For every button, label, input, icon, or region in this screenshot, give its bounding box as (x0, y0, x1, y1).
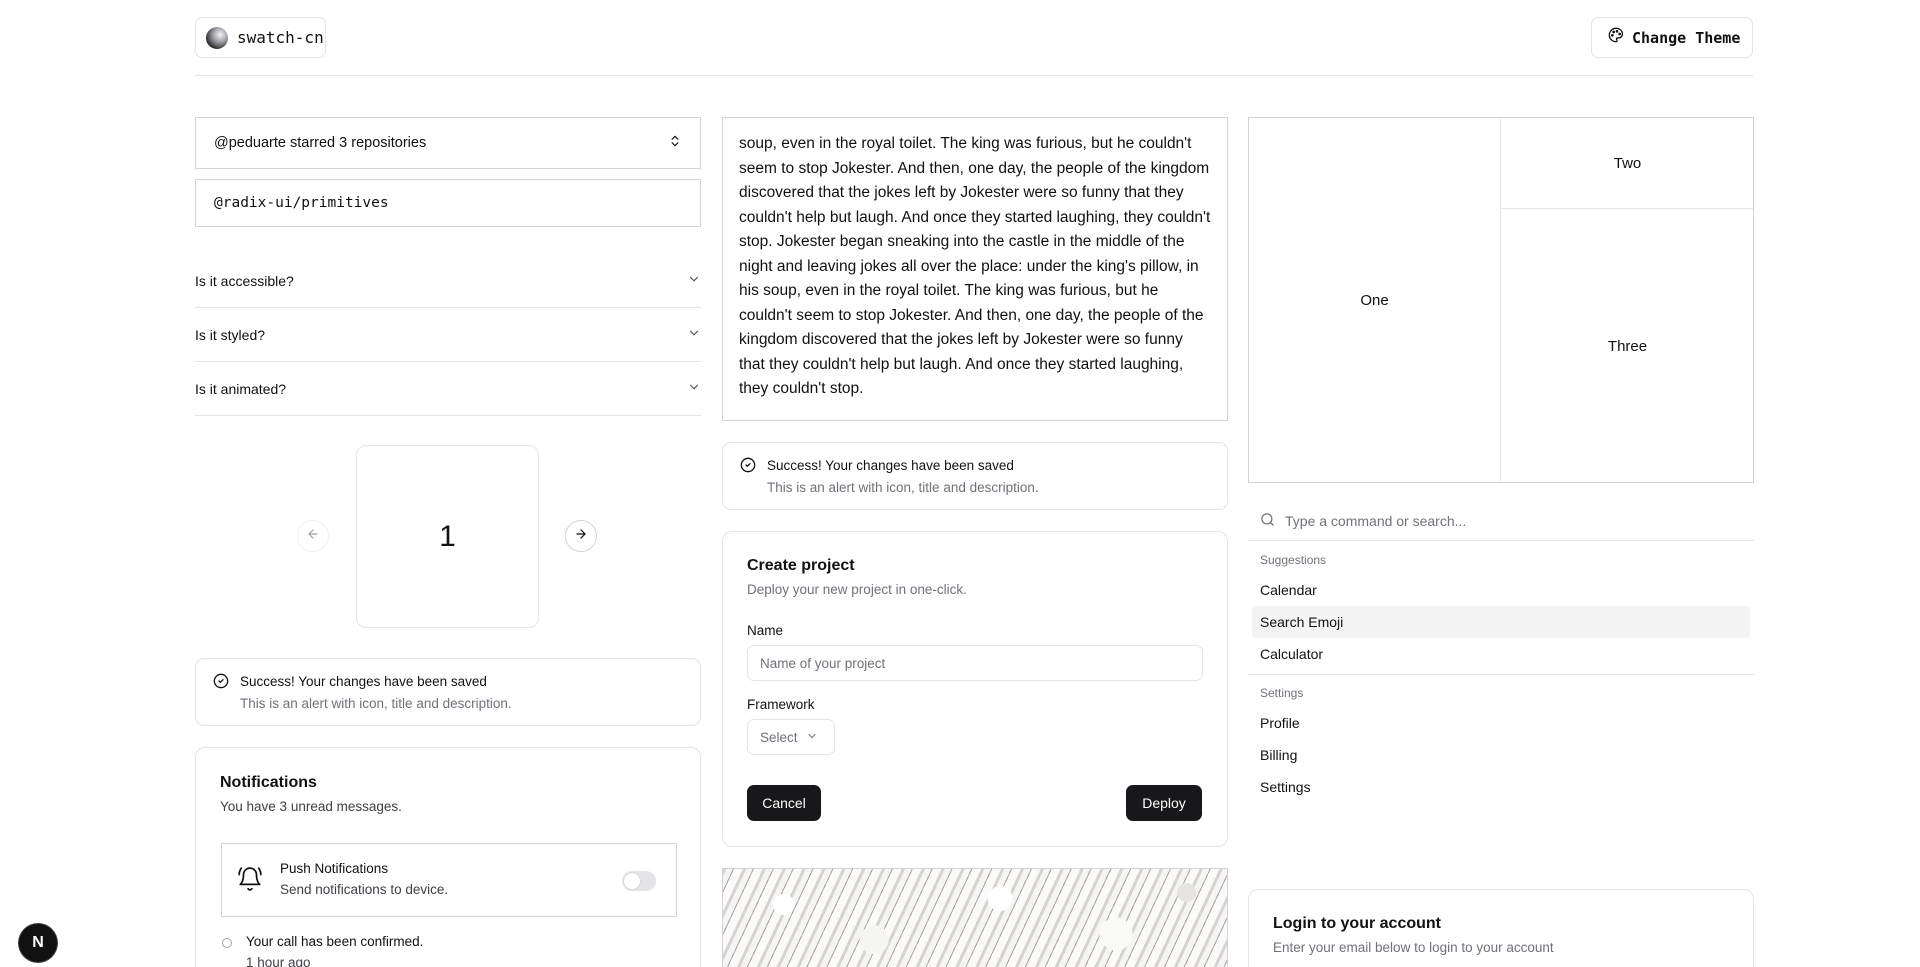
accordion-label: Is it animated? (195, 380, 287, 397)
alert: Success! Your changes have been saved Th… (722, 442, 1228, 510)
scroll-area[interactable]: soup, even in the royal toilet. The king… (722, 117, 1228, 421)
login-title: Login to your account (1273, 915, 1441, 932)
command-search[interactable]: Type a command or search... (1248, 502, 1754, 541)
resizable-panels: One Two Three (1248, 117, 1754, 483)
notification-item-time: 1 hour ago (246, 955, 311, 967)
notifications-title: Notifications (220, 774, 317, 791)
push-toggle[interactable] (622, 871, 656, 891)
framework-select-value: Select (760, 729, 798, 745)
logo-icon (206, 26, 228, 49)
search-icon (1260, 512, 1275, 530)
command-item-billing[interactable]: Billing (1252, 739, 1750, 771)
command-search-placeholder: Type a command or search... (1285, 513, 1467, 529)
top-header: swatch-cn Change Theme (0, 0, 1920, 75)
repo-item: @radix-ui/primitives (195, 179, 701, 227)
command-item-calendar[interactable]: Calendar (1252, 574, 1750, 606)
arrow-left-icon (306, 527, 320, 546)
panel-one[interactable]: One (1249, 118, 1501, 482)
card-description: Deploy your new project in one-click. (747, 582, 967, 597)
accordion-item[interactable]: Is it animated? (195, 362, 701, 416)
carousel-previous-button[interactable] (297, 520, 329, 552)
alert-title: Success! Your changes have been saved (767, 458, 1014, 473)
framework-select[interactable]: Select (747, 719, 835, 755)
change-theme-button[interactable]: Change Theme (1591, 17, 1753, 58)
push-notifications-row: Push Notifications Send notifications to… (221, 843, 677, 917)
panel-two[interactable]: Two (1502, 118, 1753, 209)
name-label: Name (747, 623, 784, 638)
create-project-card: Create project Deploy your new project i… (722, 531, 1228, 847)
alert-description: This is an alert with icon, title and de… (767, 480, 1039, 495)
push-description: Send notifications to device. (280, 882, 449, 897)
deploy-button[interactable]: Deploy (1126, 785, 1202, 821)
palette-icon (1608, 27, 1624, 48)
framework-label: Framework (747, 697, 815, 712)
project-name-input[interactable]: Name of your project (747, 645, 1203, 681)
chevron-down-icon (687, 380, 701, 397)
chevron-down-icon (806, 730, 818, 745)
command-item-profile[interactable]: Profile (1252, 707, 1750, 739)
logo-button[interactable]: swatch-cn (195, 17, 326, 58)
chevron-down-icon (687, 272, 701, 289)
carousel-next-button[interactable] (565, 520, 597, 552)
alert: Success! Your changes have been saved Th… (195, 658, 701, 726)
command-item-calculator[interactable]: Calculator (1252, 638, 1750, 670)
login-card: Login to your account Enter your email b… (1248, 889, 1754, 967)
suggestions-group-label: Suggestions (1260, 553, 1327, 567)
collapsible-trigger[interactable]: @peduarte starred 3 repositories (195, 117, 701, 169)
login-description: Enter your email below to login to your … (1273, 940, 1554, 955)
bell-ring-icon (237, 866, 263, 897)
push-title: Push Notifications (280, 861, 389, 876)
settings-group-label: Settings (1260, 686, 1304, 700)
toggle-knob (624, 873, 640, 889)
accordion: Is it accessible? Is it styled? Is it an… (195, 254, 701, 416)
notifications-subtitle: You have 3 unread messages. (220, 799, 402, 814)
alert-description: This is an alert with icon, title and de… (240, 696, 512, 711)
logo-text: swatch-cn (237, 28, 324, 47)
alert-title: Success! Your changes have been saved (240, 674, 487, 689)
carousel-slide: 1 (356, 445, 539, 628)
arrow-right-icon (574, 527, 588, 546)
command-separator (1248, 674, 1754, 675)
panel-three[interactable]: Three (1502, 210, 1753, 482)
accordion-label: Is it accessible? (195, 272, 294, 289)
circle-check-icon (213, 673, 229, 694)
accordion-item[interactable]: Is it accessible? (195, 254, 701, 308)
notification-dot (222, 938, 232, 948)
change-theme-label: Change Theme (1632, 28, 1741, 47)
circle-check-icon (740, 457, 756, 478)
cancel-button[interactable]: Cancel (747, 785, 821, 821)
accordion-item[interactable]: Is it styled? (195, 308, 701, 362)
command-item-settings[interactable]: Settings (1252, 771, 1750, 803)
nextjs-badge[interactable]: N (19, 924, 57, 962)
notifications-card: Notifications You have 3 unread messages… (195, 747, 701, 967)
chevrons-up-down-icon[interactable] (668, 134, 682, 153)
accordion-label: Is it styled? (195, 326, 266, 343)
cherry-blossom-image (722, 868, 1228, 967)
chevron-down-icon (687, 326, 701, 343)
command-item-search-emoji[interactable]: Search Emoji (1252, 606, 1750, 638)
card-title: Create project (747, 557, 855, 574)
collapsible-title: @peduarte starred 3 repositories (214, 135, 427, 151)
command-menu: Type a command or search... Suggestions … (1248, 502, 1754, 812)
notification-item-title: Your call has been confirmed. (246, 934, 424, 949)
header-divider (195, 75, 1753, 76)
